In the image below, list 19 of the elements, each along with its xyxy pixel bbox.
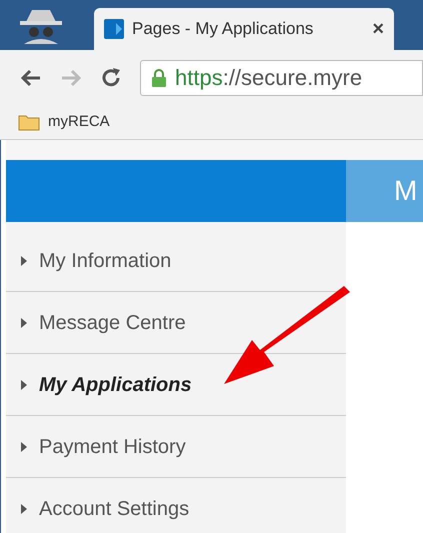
tab-close-button[interactable]: × bbox=[372, 14, 384, 44]
address-bar[interactable]: https://secure.myre bbox=[140, 60, 423, 96]
caret-icon bbox=[21, 442, 27, 452]
back-icon[interactable] bbox=[20, 68, 42, 86]
url-text: https://secure.myre bbox=[175, 64, 362, 92]
folder-icon bbox=[18, 113, 40, 131]
browser-tab[interactable]: Pages - My Applications × bbox=[94, 8, 394, 50]
caret-icon bbox=[21, 504, 27, 514]
tab-title: Pages - My Applications bbox=[132, 18, 314, 40]
lock-icon bbox=[151, 68, 167, 88]
sidebar-item[interactable]: Account Settings bbox=[6, 478, 346, 533]
caret-icon bbox=[21, 256, 27, 266]
reload-icon[interactable] bbox=[100, 66, 122, 88]
incognito-icon bbox=[18, 8, 64, 44]
page-title: M bbox=[394, 174, 418, 208]
caret-icon bbox=[21, 380, 27, 390]
site-logo-icon bbox=[104, 19, 124, 39]
caret-icon bbox=[21, 318, 27, 328]
bookmark-item[interactable]: myRECA bbox=[18, 110, 110, 134]
